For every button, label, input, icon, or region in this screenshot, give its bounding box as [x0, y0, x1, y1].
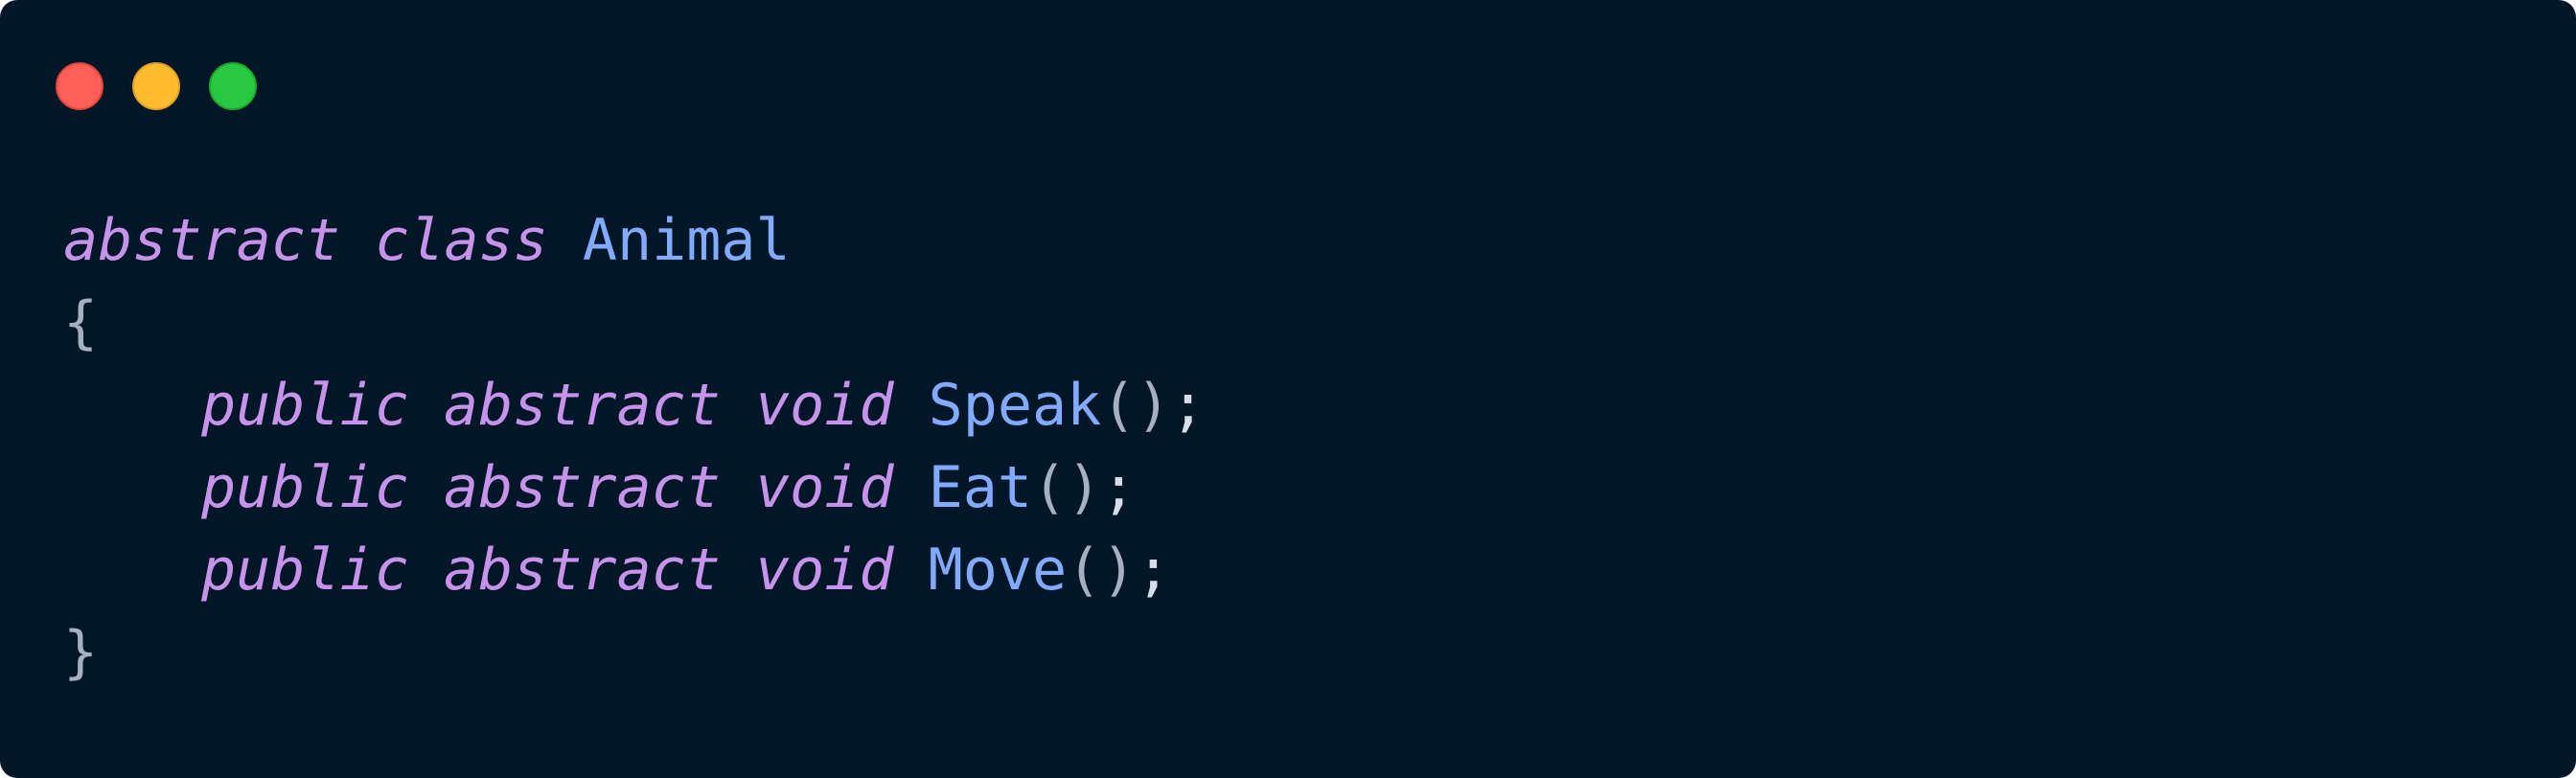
keyword: public	[201, 537, 409, 604]
class-name: Animal	[582, 207, 791, 274]
method-name: Speak	[928, 372, 1102, 439]
keyword: public	[201, 454, 409, 521]
keyword: abstract	[443, 454, 721, 521]
keyword: void	[754, 537, 894, 604]
keyword: void	[754, 454, 894, 521]
open-brace: {	[63, 289, 99, 356]
paren: )	[1067, 454, 1102, 521]
keyword: void	[754, 372, 894, 439]
close-window-icon[interactable]	[56, 62, 104, 110]
code-line-method-eat: public abstract void Eat();	[63, 446, 1206, 529]
paren: (	[1031, 454, 1068, 521]
keyword: public	[201, 372, 409, 439]
maximize-window-icon[interactable]	[209, 62, 257, 110]
code-line-class-declaration: abstract class Animal	[63, 199, 1206, 282]
code-line-open-brace: {	[63, 282, 1206, 364]
paren: (	[1067, 537, 1102, 604]
minimize-window-icon[interactable]	[132, 62, 180, 110]
semicolon: ;	[1136, 537, 1171, 604]
keyword: abstract	[63, 207, 340, 274]
window-controls	[56, 62, 286, 110]
code-line-close-brace: }	[63, 611, 1206, 694]
paren: )	[1136, 372, 1171, 439]
code-line-method-speak: public abstract void Speak();	[63, 364, 1206, 446]
code-window: abstract class Animal { public abstract vo…	[0, 0, 2576, 778]
keyword: abstract	[443, 537, 721, 604]
semicolon: ;	[1101, 454, 1137, 521]
close-brace: }	[63, 619, 99, 686]
semicolon: ;	[1170, 372, 1206, 439]
code-block: abstract class Animal { public abstract vo…	[63, 199, 1206, 694]
keyword: class	[375, 207, 548, 274]
keyword: abstract	[443, 372, 721, 439]
code-line-method-move: public abstract void Move();	[63, 529, 1206, 611]
paren: )	[1101, 537, 1137, 604]
method-name: Eat	[928, 454, 1032, 521]
paren: (	[1101, 372, 1137, 439]
method-name: Move	[928, 537, 1068, 604]
